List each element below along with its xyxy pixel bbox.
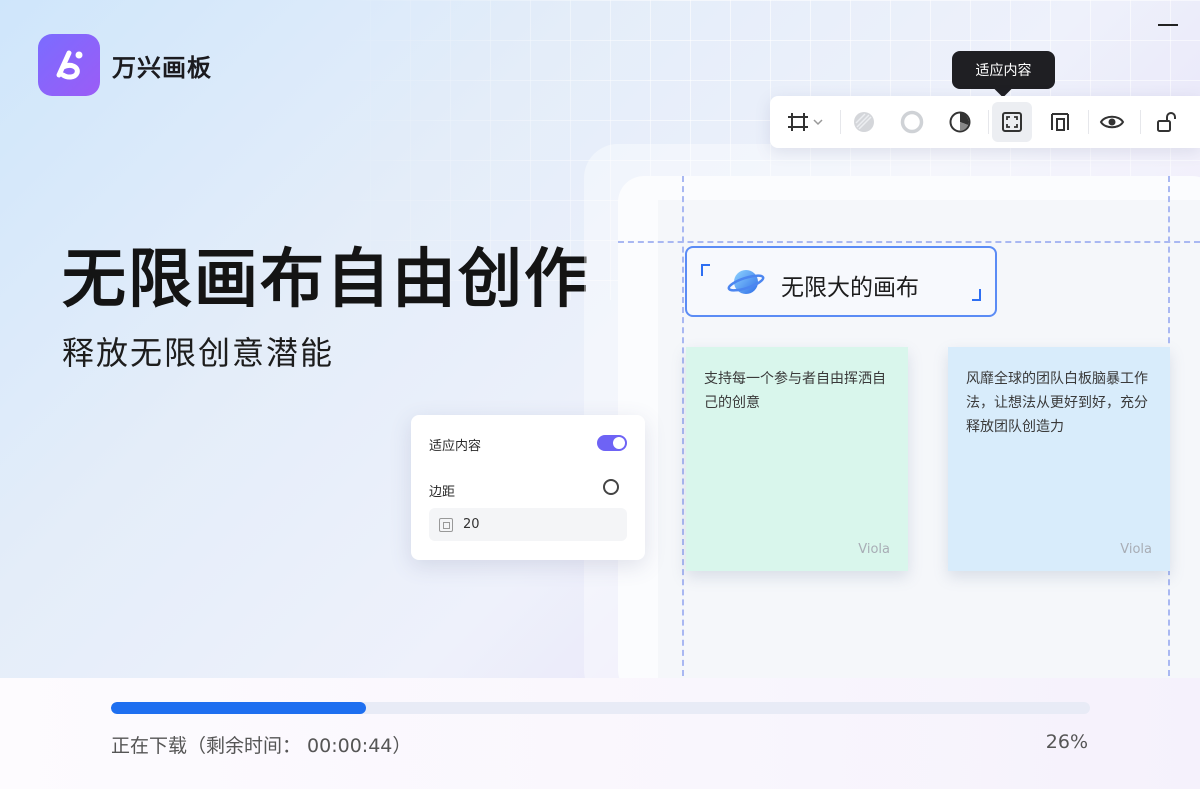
sticky-note-author: Viola: [858, 542, 890, 557]
margin-input[interactable]: 20: [429, 508, 627, 541]
app-logo: 万兴画板: [38, 34, 212, 96]
download-progress-fill: [111, 702, 366, 714]
margin-label: 边距: [429, 485, 456, 500]
fit-content-icon: [1002, 112, 1022, 132]
toolbar-divider: [840, 110, 841, 134]
color-wheel-icon: [949, 111, 971, 133]
canvas-title-text: 无限大的画布: [781, 275, 919, 301]
toolbar-divider: [1140, 110, 1141, 134]
sticky-note[interactable]: 风靡全球的团队白板脑暴工作法，让想法从更好到好，充分释放团队创造力 Viola: [948, 347, 1170, 571]
minimize-button[interactable]: [1158, 14, 1178, 34]
sticky-note[interactable]: 支持每一个参与者自由挥洒自己的创意 Viola: [686, 347, 908, 571]
visibility-button[interactable]: [1092, 102, 1132, 142]
app-name: 万兴画板: [112, 53, 212, 82]
fill-icon: [854, 112, 874, 132]
sticky-note-text: 风靡全球的团队白板脑暴工作法，让想法从更好到好，充分释放团队创造力: [966, 371, 1148, 435]
canvas-title-card[interactable]: 无限大的画布: [685, 246, 997, 317]
stroke-icon: [900, 110, 924, 134]
fit-content-toggle[interactable]: [597, 435, 627, 451]
hero-subtitle: 释放无限创意潜能: [62, 334, 335, 372]
brand-icon: [38, 34, 100, 96]
fit-content-label: 适应内容: [429, 439, 482, 454]
canvas-toolbar: [770, 96, 1200, 148]
hero-title: 无限画布自由创作: [62, 243, 590, 317]
fill-button[interactable]: [844, 102, 884, 142]
download-percent: 26%: [1045, 731, 1088, 753]
corner-mark-top-left: [701, 264, 710, 276]
lock-button[interactable]: [1146, 102, 1186, 142]
corner-mark-bottom-right: [972, 289, 981, 301]
stroke-button[interactable]: [892, 102, 932, 142]
margin-circle-icon[interactable]: [603, 479, 619, 495]
toolbar-divider: [988, 110, 989, 134]
eye-icon: [1099, 115, 1125, 129]
sticky-note-author: Viola: [1120, 542, 1152, 557]
tooltip: 适应内容: [952, 51, 1055, 89]
align-button[interactable]: [1040, 102, 1080, 142]
padding-icon: [439, 517, 453, 532]
download-status: 正在下载（剩余时间： 00:00:44）: [111, 735, 412, 757]
guide-line-horizontal: [618, 241, 1200, 243]
color-button[interactable]: [940, 102, 980, 142]
planet-icon: [727, 270, 765, 294]
toolbar-divider: [1088, 110, 1089, 134]
fit-content-button[interactable]: [992, 102, 1032, 142]
sticky-note-text: 支持每一个参与者自由挥洒自己的创意: [704, 371, 886, 411]
lock-open-icon: [1157, 112, 1176, 132]
frame-icon: [788, 113, 823, 131]
download-progress-bar: [111, 702, 1090, 714]
frame-dropdown-button[interactable]: [780, 102, 832, 142]
margin-value: 20: [463, 517, 480, 532]
guide-line-left: [682, 176, 684, 676]
align-icon: [1051, 113, 1069, 131]
fit-content-panel: 适应内容 边距 20: [411, 415, 645, 560]
